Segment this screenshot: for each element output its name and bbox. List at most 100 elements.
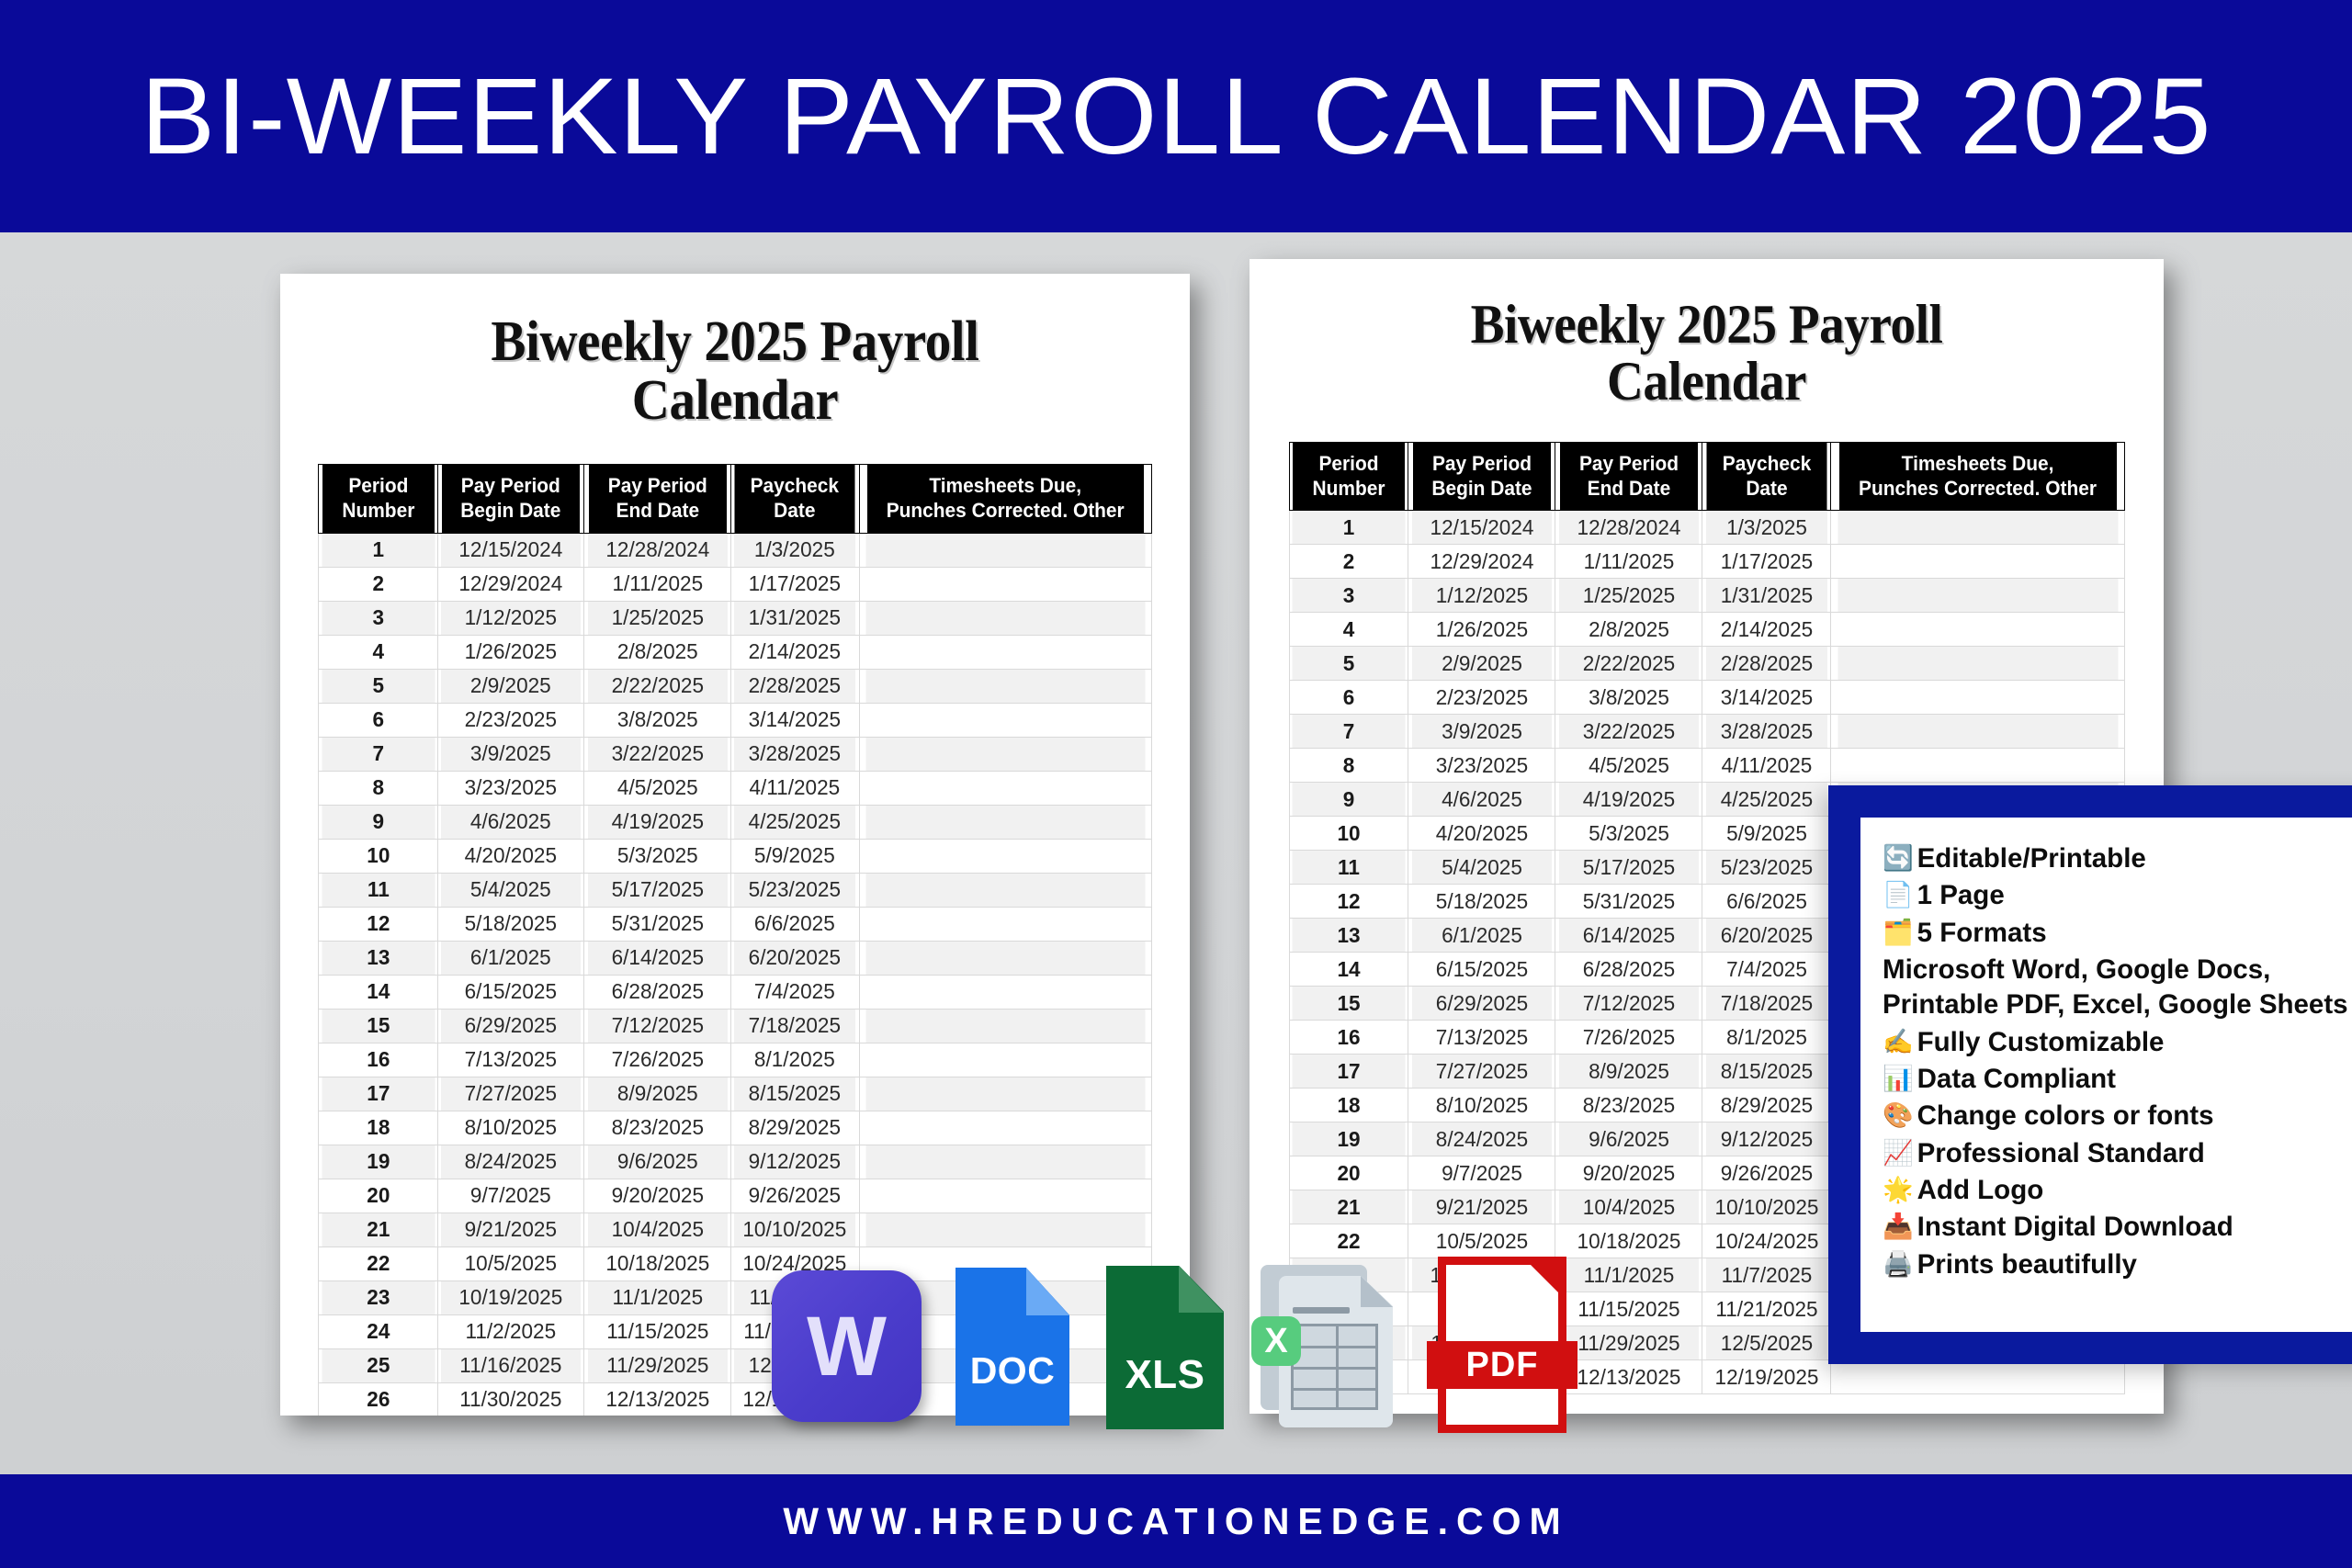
table-row: 3 1/12/2025 1/25/2025 1/31/2025 <box>319 600 1152 636</box>
pay-period-end-cell: 11/15/2025 <box>586 1314 729 1349</box>
pay-period-begin-cell: 3/9/2025 <box>439 736 582 772</box>
pay-period-end-cell: 1/11/2025 <box>1557 544 1701 580</box>
timesheet-notes-cell <box>864 1008 1147 1043</box>
pay-period-end-cell: 8/23/2025 <box>586 1110 729 1145</box>
paycheck-date-cell: 9/26/2025 <box>1704 1156 1829 1191</box>
table-row: 2 12/29/2024 1/11/2025 1/17/2025 <box>319 566 1152 602</box>
paycheck-date-cell: 7/18/2025 <box>732 1008 857 1043</box>
pay-period-begin-cell: 1/12/2025 <box>439 600 582 636</box>
pay-period-begin-cell: 8/24/2025 <box>439 1144 582 1179</box>
pay-period-begin-cell: 5/18/2025 <box>439 906 582 942</box>
page-title: BI-WEEKLY PAYROLL CALENDAR 2025 <box>140 55 2212 177</box>
pay-period-end-cell: 11/29/2025 <box>586 1348 729 1383</box>
period-number-cell: 23 <box>320 1280 436 1315</box>
pay-period-begin-cell: 7/27/2025 <box>439 1076 582 1111</box>
paycheck-date-cell: 8/15/2025 <box>1704 1054 1829 1089</box>
paycheck-date-cell: 10/24/2025 <box>1704 1224 1829 1259</box>
feature-item-label: Data Compliant <box>1917 1064 2116 1095</box>
pay-period-begin-cell: 1/12/2025 <box>1410 578 1554 614</box>
paycheck-date-cell: 5/9/2025 <box>732 838 857 874</box>
timesheet-notes-cell <box>864 532 1147 568</box>
feature-item-label: 1 Page <box>1917 880 2005 911</box>
period-number-cell: 1 <box>320 532 436 568</box>
feature-item: 🌟 Add Logo <box>1883 1173 2352 1208</box>
paycheck-date-cell: 3/14/2025 <box>732 702 857 738</box>
paycheck-date-cell: 2/28/2025 <box>1704 646 1829 682</box>
timesheet-notes-cell <box>864 906 1147 942</box>
timesheet-notes-cell <box>1836 748 2120 784</box>
paycheck-date-cell: 6/20/2025 <box>732 940 857 976</box>
pdf-label-band: PDF <box>1427 1341 1577 1389</box>
pay-period-end-cell: 5/31/2025 <box>586 906 729 942</box>
table-row: 13 6/1/2025 6/14/2025 6/20/2025 <box>319 940 1152 976</box>
pay-period-begin-cell: 7/13/2025 <box>439 1042 582 1077</box>
paycheck-date-cell: 4/25/2025 <box>1704 782 1829 818</box>
website-url[interactable]: WWW.HREDUCATIONEDGE.COM <box>783 1500 1568 1543</box>
pay-period-end-cell: 11/1/2025 <box>1557 1258 1701 1293</box>
pay-period-begin-cell: 2/9/2025 <box>439 668 582 704</box>
period-number-cell: 20 <box>1291 1156 1407 1191</box>
pay-period-begin-cell: 3/9/2025 <box>1410 714 1554 750</box>
feature-item-label: Change colors or fonts <box>1917 1100 2214 1132</box>
paycheck-date-cell: 8/1/2025 <box>732 1042 857 1077</box>
table-row: 18 8/10/2025 8/23/2025 8/29/2025 <box>319 1110 1152 1145</box>
paycheck-date-cell: 8/29/2025 <box>732 1110 857 1145</box>
pay-period-end-cell: 9/6/2025 <box>586 1144 729 1179</box>
table-row: 16 7/13/2025 7/26/2025 8/1/2025 <box>319 1042 1152 1077</box>
pay-period-end-cell: 3/8/2025 <box>1557 680 1701 716</box>
pay-period-begin-cell: 4/6/2025 <box>1410 782 1554 818</box>
table-row: 19 8/24/2025 9/6/2025 9/12/2025 <box>319 1144 1152 1179</box>
word-badge-label: W <box>807 1299 887 1393</box>
paycheck-date-cell: 6/6/2025 <box>732 906 857 942</box>
paycheck-date-cell: 1/3/2025 <box>732 532 857 568</box>
period-number-cell: 9 <box>1291 782 1407 818</box>
pay-period-begin-cell: 2/23/2025 <box>1410 680 1554 716</box>
pay-period-begin-cell: 6/15/2025 <box>1410 952 1554 987</box>
paycheck-date-cell: 8/1/2025 <box>1704 1020 1829 1055</box>
pay-period-begin-cell: 9/21/2025 <box>439 1212 582 1247</box>
pay-period-begin-cell: 6/1/2025 <box>439 940 582 976</box>
period-number-cell: 2 <box>320 566 436 602</box>
document-preview-left[interactable]: Biweekly 2025 Payroll Calendar Period Num… <box>280 274 1190 1416</box>
timesheet-notes-cell <box>864 1144 1147 1179</box>
pay-period-begin-cell: 7/27/2025 <box>1410 1054 1554 1089</box>
table-row: 4 1/26/2025 2/8/2025 2/14/2025 <box>319 634 1152 670</box>
feature-item-label: Add Logo <box>1917 1175 2044 1206</box>
period-number-cell: 7 <box>1291 714 1407 750</box>
period-number-cell: 20 <box>320 1178 436 1213</box>
pay-period-end-cell: 5/3/2025 <box>586 838 729 874</box>
period-number-cell: 13 <box>1291 918 1407 953</box>
microsoft-word-icon: W <box>772 1270 922 1422</box>
paycheck-date-cell: 4/25/2025 <box>732 804 857 840</box>
sheet-title-line <box>1293 1307 1350 1314</box>
table-row: 7 3/9/2025 3/22/2025 3/28/2025 <box>1289 714 2124 750</box>
pay-period-end-cell: 2/8/2025 <box>1557 612 1701 648</box>
table-row: 14 6/15/2025 6/28/2025 7/4/2025 <box>319 974 1152 1010</box>
pay-period-begin-cell: 3/23/2025 <box>439 770 582 806</box>
period-number-cell: 15 <box>1291 986 1407 1021</box>
timesheet-notes-cell <box>864 770 1147 806</box>
period-number-cell: 13 <box>320 940 436 976</box>
pay-period-end-cell: 11/15/2025 <box>1557 1292 1701 1327</box>
feature-item: Microsoft Word, Google Docs, Printable P… <box>1883 953 2352 1023</box>
period-number-cell: 19 <box>1291 1122 1407 1157</box>
document-title-left: Biweekly 2025 Payroll Calendar <box>376 312 1094 431</box>
pay-period-end-cell: 7/12/2025 <box>586 1008 729 1043</box>
paycheck-date-cell: 9/26/2025 <box>732 1178 857 1213</box>
table-row: 5 2/9/2025 2/22/2025 2/28/2025 <box>319 668 1152 704</box>
pay-period-end-cell: 6/28/2025 <box>586 974 729 1010</box>
timesheet-notes-cell <box>864 872 1147 908</box>
pay-period-begin-cell: 4/6/2025 <box>439 804 582 840</box>
document-title-right: Biweekly 2025 Payroll Calendar <box>1345 296 2068 411</box>
paycheck-date-cell: 7/4/2025 <box>1704 952 1829 987</box>
paycheck-date-cell: 1/17/2025 <box>732 566 857 602</box>
pay-period-end-cell: 5/31/2025 <box>1557 884 1701 919</box>
timesheet-notes-cell <box>1836 646 2120 682</box>
pay-period-end-cell: 2/8/2025 <box>586 634 729 670</box>
period-number-cell: 5 <box>320 668 436 704</box>
feature-item: ✍️ Fully Customizable <box>1883 1025 2352 1060</box>
table-row: 20 9/7/2025 9/20/2025 9/26/2025 <box>319 1178 1152 1213</box>
column-header-4: Timesheets Due, Punches Corrected. Other <box>865 463 1146 534</box>
pay-period-begin-cell: 5/18/2025 <box>1410 884 1554 919</box>
printer-icon: 🖨️ <box>1883 1249 1914 1278</box>
